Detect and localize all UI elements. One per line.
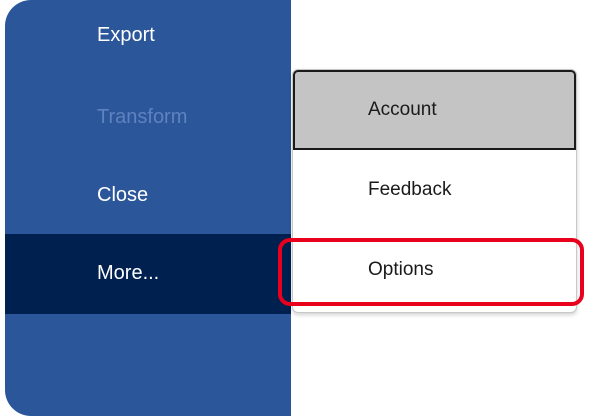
menu-item-feedback[interactable]: Feedback bbox=[293, 150, 576, 230]
nav-item-export[interactable]: Export bbox=[5, 0, 291, 60]
nav-item-label: Transform bbox=[97, 106, 188, 128]
nav-item-transform: Transform bbox=[5, 78, 291, 156]
menu-item-account[interactable]: Account bbox=[293, 70, 576, 150]
more-flyout-menu: Account Feedback Options bbox=[292, 69, 577, 313]
backstage-nav-panel: Export Transform Close More... bbox=[5, 0, 291, 416]
nav-item-label: Close bbox=[97, 184, 149, 206]
menu-item-label: Options bbox=[368, 259, 434, 280]
nav-item-label: Export bbox=[97, 24, 155, 46]
menu-item-label: Account bbox=[368, 99, 437, 120]
menu-item-options[interactable]: Options bbox=[293, 230, 576, 310]
nav-item-more[interactable]: More... bbox=[5, 234, 291, 314]
nav-item-close[interactable]: Close bbox=[5, 156, 291, 234]
menu-item-label: Feedback bbox=[368, 179, 452, 200]
nav-item-label: More... bbox=[97, 262, 160, 284]
